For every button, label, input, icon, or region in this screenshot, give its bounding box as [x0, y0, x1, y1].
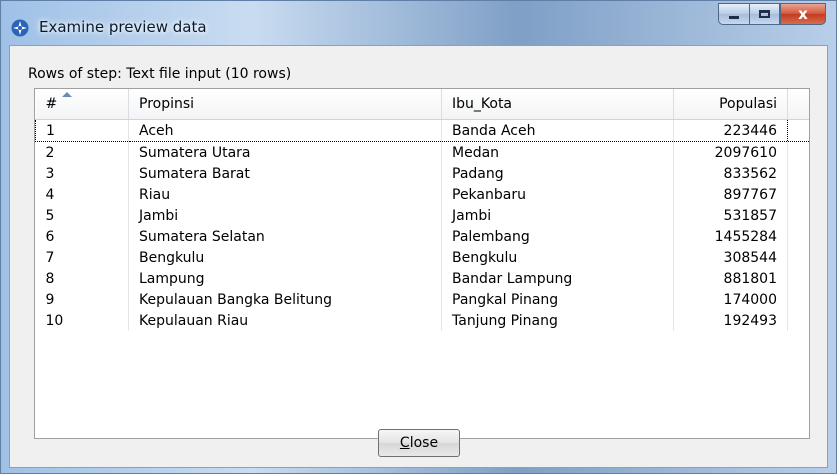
cell-populasi: 308544	[673, 247, 788, 268]
cell-index: 5	[35, 205, 129, 226]
cell-populasi: 1455284	[673, 226, 788, 247]
cell-index: 6	[35, 226, 129, 247]
close-label-rest: lose	[409, 435, 439, 451]
cell-ibu-kota: Medan	[441, 141, 674, 163]
cell-index: 8	[35, 268, 129, 289]
close-button[interactable]: Close	[378, 429, 460, 457]
cell-propinsi: Lampung	[128, 268, 442, 289]
maximize-button[interactable]	[749, 3, 780, 25]
sort-ascending-icon	[61, 92, 72, 97]
cell-ibu-kota: Pekanbaru	[441, 184, 674, 205]
cell-propinsi: Kepulauan Bangka Belitung	[128, 289, 442, 310]
window-close-button[interactable]: x	[780, 3, 826, 25]
cell-ibu-kota: Bandar Lampung	[441, 268, 674, 289]
cell-populasi: 531857	[673, 205, 788, 226]
cell-filler	[787, 119, 809, 142]
column-header-ibu-kota[interactable]: Ibu_Kota	[441, 89, 674, 120]
window-title: Examine preview data	[39, 18, 207, 36]
cell-ibu-kota: Palembang	[441, 226, 674, 247]
cell-propinsi: Sumatera Utara	[128, 141, 442, 163]
column-header-populasi[interactable]: Populasi	[673, 89, 788, 120]
cell-filler	[787, 163, 809, 184]
kettle-spoon-icon	[11, 19, 29, 37]
table-row[interactable]: 1 Aceh Banda Aceh 223446	[35, 119, 809, 142]
cell-filler	[787, 268, 809, 289]
cell-index: 4	[35, 184, 129, 205]
cell-filler	[787, 247, 809, 268]
minimize-button[interactable]	[718, 3, 749, 25]
cell-index: 10	[35, 310, 129, 331]
cell-ibu-kota: Bengkulu	[441, 247, 674, 268]
cell-propinsi: Sumatera Barat	[128, 163, 442, 184]
table-body: 1 Aceh Banda Aceh 223446 2 Sumatera Utar…	[35, 119, 809, 331]
table-row[interactable]: 7 Bengkulu Bengkulu 308544	[35, 247, 809, 268]
column-header-propinsi[interactable]: Propinsi	[128, 89, 442, 120]
cell-populasi: 192493	[673, 310, 788, 331]
close-mnemonic: C	[399, 435, 410, 451]
column-header-index[interactable]: #	[35, 89, 129, 120]
table-row[interactable]: 10 Kepulauan Riau Tanjung Pinang 192493	[35, 310, 809, 331]
cell-filler	[787, 310, 809, 331]
cell-filler	[787, 289, 809, 310]
cell-ibu-kota: Jambi	[441, 205, 674, 226]
cell-propinsi: Aceh	[128, 119, 442, 142]
cell-filler	[787, 141, 809, 163]
cell-index: 1	[35, 119, 129, 142]
table-row[interactable]: 8 Lampung Bandar Lampung 881801	[35, 268, 809, 289]
rows-label: Rows of step: Text file input (10 rows)	[28, 66, 292, 82]
cell-propinsi: Jambi	[128, 205, 442, 226]
close-icon: x	[798, 5, 808, 23]
preview-table[interactable]: # Propinsi Ibu_Kota Populasi 1 Aceh Band…	[34, 88, 810, 439]
caption-buttons: x	[718, 3, 826, 25]
table-row[interactable]: 6 Sumatera Selatan Palembang 1455284	[35, 226, 809, 247]
dialog-window: Examine preview data x Rows of step: Tex…	[0, 0, 837, 474]
dialog-body: Rows of step: Text file input (10 rows) …	[9, 45, 828, 468]
minimize-icon	[729, 16, 739, 19]
cell-propinsi: Sumatera Selatan	[128, 226, 442, 247]
cell-filler	[787, 184, 809, 205]
cell-ibu-kota: Pangkal Pinang	[441, 289, 674, 310]
cell-populasi: 833562	[673, 163, 788, 184]
cell-ibu-kota: Banda Aceh	[441, 119, 674, 142]
cell-populasi: 174000	[673, 289, 788, 310]
table-row[interactable]: 3 Sumatera Barat Padang 833562	[35, 163, 809, 184]
cell-filler	[787, 226, 809, 247]
cell-propinsi: Kepulauan Riau	[128, 310, 442, 331]
column-header-filler	[787, 89, 809, 120]
cell-ibu-kota: Padang	[441, 163, 674, 184]
table-row[interactable]: 4 Riau Pekanbaru 897767	[35, 184, 809, 205]
cell-index: 7	[35, 247, 129, 268]
cell-index: 9	[35, 289, 129, 310]
cell-populasi: 881801	[673, 268, 788, 289]
cell-populasi: 2097610	[673, 141, 788, 163]
title-bar[interactable]: Examine preview data x	[1, 1, 836, 45]
cell-propinsi: Bengkulu	[128, 247, 442, 268]
table-row[interactable]: 2 Sumatera Utara Medan 2097610	[35, 141, 809, 163]
table-row[interactable]: 9 Kepulauan Bangka Belitung Pangkal Pina…	[35, 289, 809, 310]
table-row[interactable]: 5 Jambi Jambi 531857	[35, 205, 809, 226]
cell-index: 2	[35, 141, 129, 163]
cell-populasi: 897767	[673, 184, 788, 205]
cell-ibu-kota: Tanjung Pinang	[441, 310, 674, 331]
cell-index: 3	[35, 163, 129, 184]
table-header-row: # Propinsi Ibu_Kota Populasi	[35, 89, 809, 120]
maximize-icon	[759, 10, 770, 18]
cell-propinsi: Riau	[128, 184, 442, 205]
cell-populasi: 223446	[673, 119, 788, 142]
cell-filler	[787, 205, 809, 226]
